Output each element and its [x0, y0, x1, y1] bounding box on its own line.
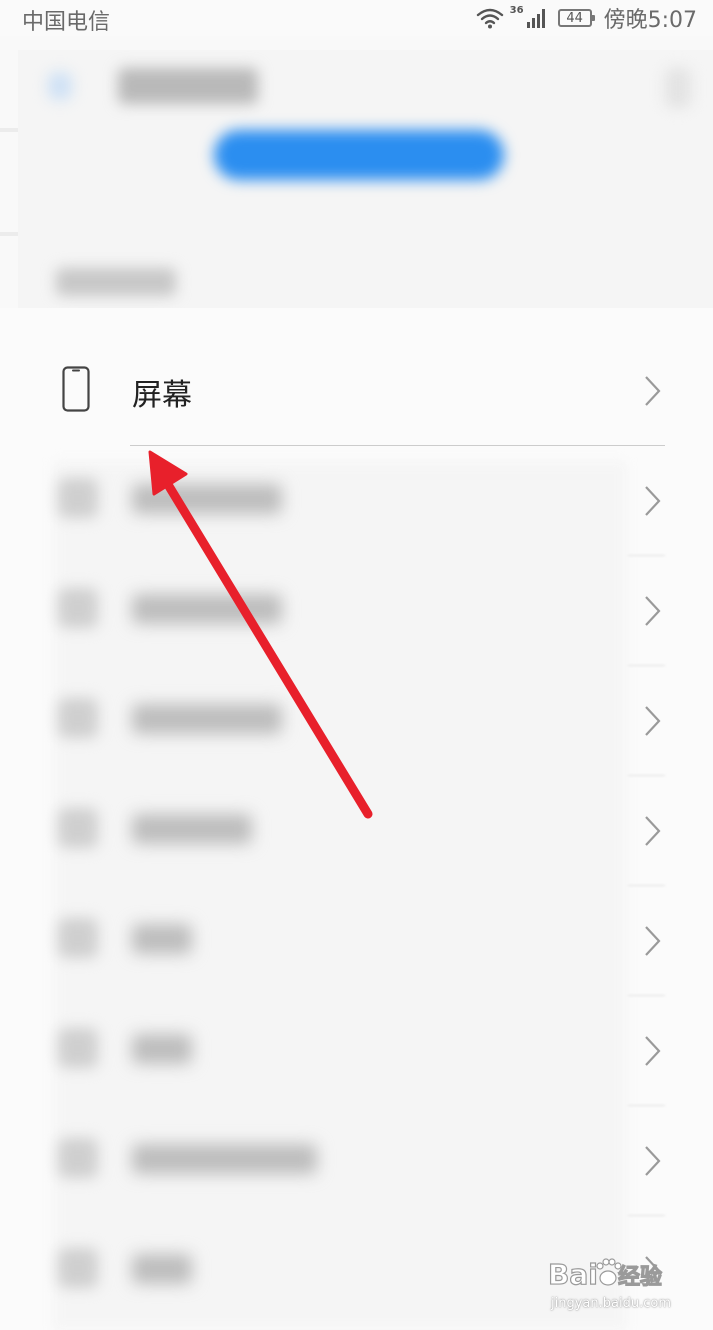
- blurred-item-icon: [58, 478, 98, 518]
- status-indicators: 36 44 傍晚5:07: [476, 3, 697, 33]
- blurred-item-icon: [58, 1138, 98, 1178]
- chevron-right-icon: [642, 924, 662, 958]
- battery-level: 44: [566, 10, 583, 26]
- chevron-right-icon: [642, 374, 662, 408]
- battery-icon: 44: [557, 9, 595, 27]
- svg-text:Bai: Bai: [548, 1258, 598, 1291]
- blurred-page-title: [118, 68, 258, 104]
- blurred-settings-item[interactable]: [0, 666, 713, 776]
- left-edge-divider: [0, 128, 18, 132]
- blurred-item-label: [132, 924, 192, 954]
- page: 中国电信 36 44 傍晚5:07 屏幕 Bai 经验 jingyan.baid…: [0, 0, 713, 1330]
- chevron-right-icon: [642, 594, 662, 628]
- phone-outline-icon: [62, 366, 90, 412]
- blurred-item-icon: [58, 808, 98, 848]
- blurred-item-icon: [58, 1028, 98, 1068]
- settings-item-screen[interactable]: 屏幕: [0, 336, 713, 446]
- blurred-item-icon: [58, 1248, 98, 1288]
- blurred-settings-item[interactable]: [0, 996, 713, 1106]
- clock: 傍晚5:07: [603, 8, 697, 33]
- carrier-name: 中国电信: [22, 10, 111, 35]
- svg-text:经验: 经验: [618, 1264, 662, 1290]
- status-bar: 中国电信 36 44 傍晚5:07: [0, 0, 713, 36]
- blurred-menu-icon: [665, 68, 691, 108]
- signal-icon: [526, 7, 548, 29]
- blurred-item-label: [132, 594, 282, 624]
- wifi-icon: [476, 7, 504, 29]
- chevron-right-icon: [642, 1034, 662, 1068]
- blurred-settings-item[interactable]: [0, 776, 713, 886]
- chevron-right-icon: [642, 814, 662, 848]
- settings-item-label: 屏幕: [132, 378, 192, 413]
- baidu-jingyan-watermark: Bai 经验 jingyan.baidu.com: [546, 1250, 676, 1316]
- watermark-domain: jingyan.baidu.com: [551, 1296, 671, 1311]
- blurred-header: [18, 50, 713, 308]
- blurred-settings-item[interactable]: [0, 556, 713, 666]
- blurred-item-label: [132, 704, 282, 734]
- left-edge-divider: [0, 232, 18, 236]
- blurred-item-icon: [58, 588, 98, 628]
- chevron-right-icon: [642, 704, 662, 738]
- blurred-section-header: [56, 268, 176, 296]
- baidu-jingyan-logo: Bai 经验: [548, 1257, 663, 1291]
- chevron-right-icon: [642, 1144, 662, 1178]
- blurred-item-label: [132, 814, 252, 844]
- blurred-item-label: [132, 1144, 317, 1174]
- chevron-right-icon: [642, 484, 662, 518]
- blurred-item-label: [132, 1254, 192, 1284]
- blurred-item-icon: [58, 698, 98, 738]
- blurred-item-label: [132, 484, 282, 514]
- blurred-back-icon: [48, 72, 72, 100]
- blurred-settings-item[interactable]: [0, 446, 713, 556]
- network-type: 36: [509, 4, 524, 16]
- blurred-item-label: [132, 1034, 192, 1064]
- blurred-item-icon: [58, 918, 98, 958]
- blurred-settings-item[interactable]: [0, 1106, 713, 1216]
- blurred-primary-button: [214, 130, 504, 180]
- settings-list: 屏幕: [0, 308, 713, 1330]
- blurred-settings-item[interactable]: [0, 886, 713, 996]
